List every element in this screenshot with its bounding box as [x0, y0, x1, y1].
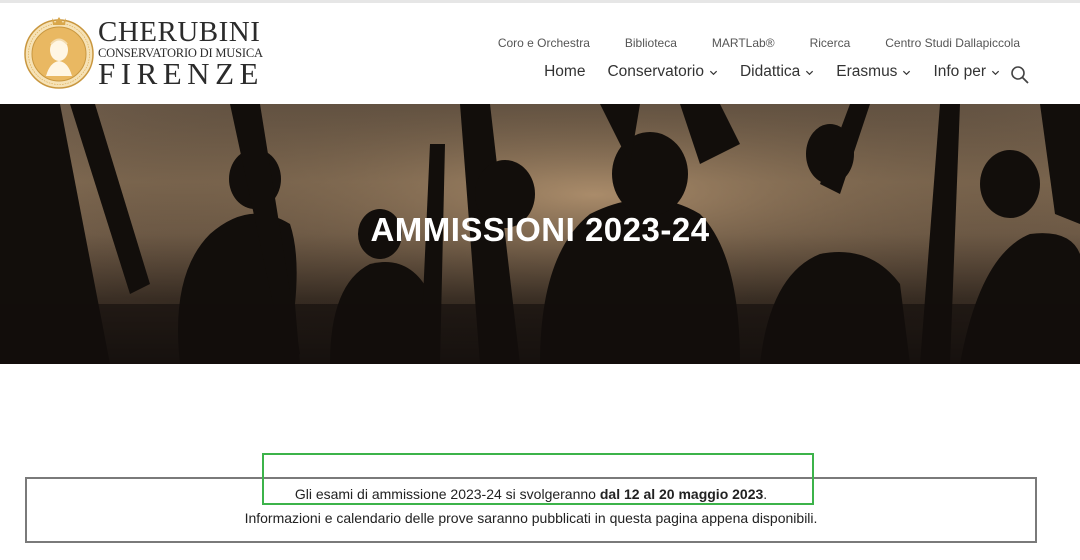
conservatory-seal-icon — [24, 14, 94, 92]
page-title: AMMISSIONI 2023-24 — [370, 211, 710, 248]
logo-title: CHERUBINI — [98, 16, 261, 48]
main-nav: Home Conservatorio Didattica Erasmus Inf… — [544, 63, 1000, 81]
logo-city: FIRENZE — [98, 56, 264, 91]
nav-home[interactable]: Home — [544, 63, 585, 81]
site-header: CHERUBINI CONSERVATORIO DI MUSICA FIRENZ… — [0, 3, 1080, 104]
chevron-down-icon — [991, 70, 1000, 75]
nav-erasmus[interactable]: Erasmus — [836, 63, 911, 81]
nav-martlab[interactable]: MARTLab® — [712, 36, 775, 50]
logo-wordmark: CHERUBINI CONSERVATORIO DI MUSICA FIRENZ… — [98, 16, 264, 91]
secondary-nav: Coro e Orchestra Biblioteca MARTLab® Ric… — [498, 36, 1020, 50]
nav-didattica-label: Didattica — [739, 63, 801, 80]
nav-home-label: Home — [544, 63, 586, 80]
highlight-box — [262, 453, 814, 505]
nav-info-per[interactable]: Info per — [933, 63, 1000, 81]
nav-erasmus-label: Erasmus — [836, 63, 898, 80]
nav-biblioteca[interactable]: Biblioteca — [625, 36, 677, 50]
nav-coro-orchestra[interactable]: Coro e Orchestra — [498, 36, 590, 50]
site-logo[interactable]: CHERUBINI CONSERVATORIO DI MUSICA FIRENZ… — [24, 11, 264, 95]
nav-conservatorio[interactable]: Conservatorio — [607, 63, 718, 81]
chevron-down-icon — [709, 70, 718, 75]
chevron-down-icon — [903, 70, 911, 75]
nav-conservatorio-label: Conservatorio — [607, 63, 704, 80]
nav-ricerca[interactable]: Ricerca — [810, 36, 851, 50]
nav-info-per-label: Info per — [933, 63, 986, 80]
nav-centro-studi[interactable]: Centro Studi Dallapiccola — [885, 36, 1020, 50]
chevron-down-icon — [806, 70, 814, 75]
hero-banner: AMMISSIONI 2023-24 — [0, 104, 1080, 364]
notice-line-info: Informazioni e calendario delle prove sa… — [244, 510, 818, 526]
search-icon[interactable] — [1010, 65, 1030, 85]
nav-didattica[interactable]: Didattica — [740, 63, 814, 81]
